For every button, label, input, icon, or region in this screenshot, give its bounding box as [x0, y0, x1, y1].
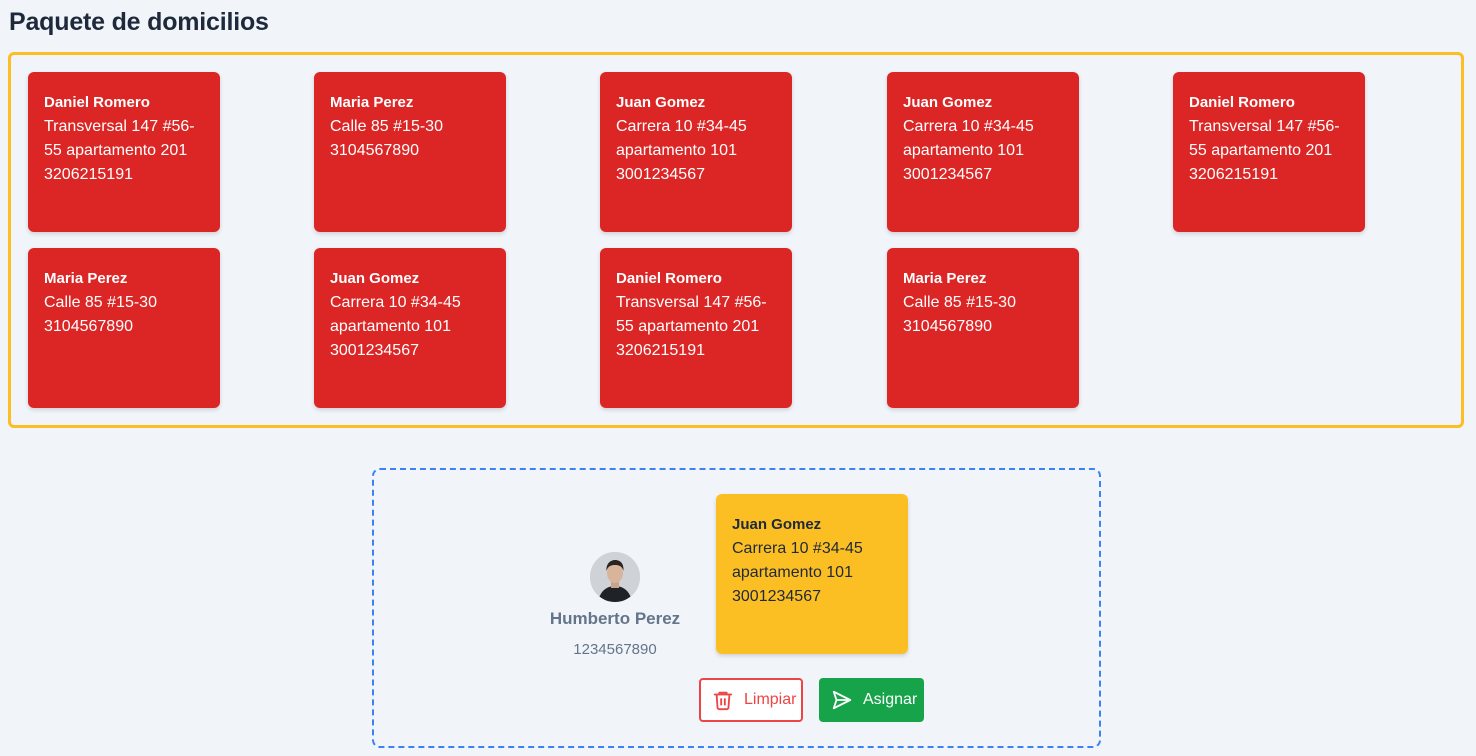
send-icon — [832, 690, 852, 710]
card-customer-name: Juan Gomez — [330, 270, 420, 287]
card-address-line: Calle 85 #15-30 — [903, 294, 1016, 311]
card-address-line: Transversal 147 #56- — [1189, 118, 1340, 135]
courier-phone: 1234567890 — [573, 641, 657, 658]
delivery-card[interactable]: Juan Gomez Carrera 10 #34-45 apartamento… — [314, 248, 506, 408]
card-phone: 3001234567 — [616, 166, 705, 183]
avatar — [590, 552, 640, 602]
card-address-line: Carrera 10 #34-45 — [732, 540, 863, 557]
assign-button[interactable]: Asignar — [819, 678, 924, 722]
card-customer-name: Daniel Romero — [616, 270, 722, 287]
card-phone: 3206215191 — [44, 166, 133, 183]
delivery-card[interactable]: Daniel Romero Transversal 147 #56- 55 ap… — [1173, 72, 1365, 232]
card-phone: 3104567890 — [330, 142, 419, 159]
card-address-line: 55 apartamento 201 — [1189, 142, 1333, 159]
delivery-card[interactable]: Daniel Romero Transversal 147 #56- 55 ap… — [28, 72, 220, 232]
card-address-line: Carrera 10 #34-45 — [330, 294, 461, 311]
avatar-photo-icon — [590, 552, 640, 602]
card-customer-name: Juan Gomez — [616, 94, 706, 111]
courier-name: Humberto Perez — [549, 609, 681, 628]
clear-button[interactable]: Limpiar — [699, 678, 803, 722]
card-customer-name: Juan Gomez — [732, 516, 822, 533]
courier-info: Humberto Perez 1234567890 — [540, 552, 690, 658]
delivery-card[interactable]: Daniel Romero Transversal 147 #56- 55 ap… — [600, 248, 792, 408]
card-customer-name: Daniel Romero — [1189, 94, 1295, 111]
card-phone: 3206215191 — [1189, 166, 1278, 183]
card-address-line: Transversal 147 #56- — [44, 118, 195, 135]
card-customer-name: Daniel Romero — [44, 94, 150, 111]
trash-icon — [713, 691, 733, 711]
assigned-delivery-card[interactable]: Juan Gomez Carrera 10 #34-45 apartamento… — [716, 494, 908, 654]
card-customer-name: Maria Perez — [44, 270, 128, 287]
card-phone: 3206215191 — [616, 342, 705, 359]
card-phone: 3104567890 — [44, 318, 133, 335]
delivery-card[interactable]: Maria Perez Calle 85 #15-30 3104567890 — [314, 72, 506, 232]
card-address-line: apartamento 101 — [330, 318, 451, 335]
card-phone: 3001234567 — [732, 588, 821, 605]
card-customer-name: Juan Gomez — [903, 94, 993, 111]
card-address-line: apartamento 101 — [616, 142, 737, 159]
page-title: Paquete de domicilios — [9, 8, 269, 36]
card-address-line: Carrera 10 #34-45 — [616, 118, 747, 135]
card-address-line: Calle 85 #15-30 — [44, 294, 157, 311]
card-customer-name: Maria Perez — [330, 94, 414, 111]
delivery-card[interactable]: Juan Gomez Carrera 10 #34-45 apartamento… — [600, 72, 792, 232]
clear-button-label: Limpiar — [744, 691, 797, 708]
card-address-line: Carrera 10 #34-45 — [903, 118, 1034, 135]
card-address-line: Transversal 147 #56- — [616, 294, 767, 311]
card-phone: 3104567890 — [903, 318, 992, 335]
card-phone: 3001234567 — [330, 342, 419, 359]
card-address-line: Calle 85 #15-30 — [330, 118, 443, 135]
card-phone: 3001234567 — [903, 166, 992, 183]
card-address-line: apartamento 101 — [732, 564, 853, 581]
delivery-card[interactable]: Maria Perez Calle 85 #15-30 3104567890 — [28, 248, 220, 408]
card-customer-name: Maria Perez — [903, 270, 987, 287]
assign-button-label: Asignar — [863, 691, 918, 708]
card-address-line: apartamento 101 — [903, 142, 1024, 159]
delivery-card[interactable]: Juan Gomez Carrera 10 #34-45 apartamento… — [887, 72, 1079, 232]
card-address-line: 55 apartamento 201 — [44, 142, 188, 159]
card-address-line: 55 apartamento 201 — [616, 318, 760, 335]
delivery-card[interactable]: Maria Perez Calle 85 #15-30 3104567890 — [887, 248, 1079, 408]
